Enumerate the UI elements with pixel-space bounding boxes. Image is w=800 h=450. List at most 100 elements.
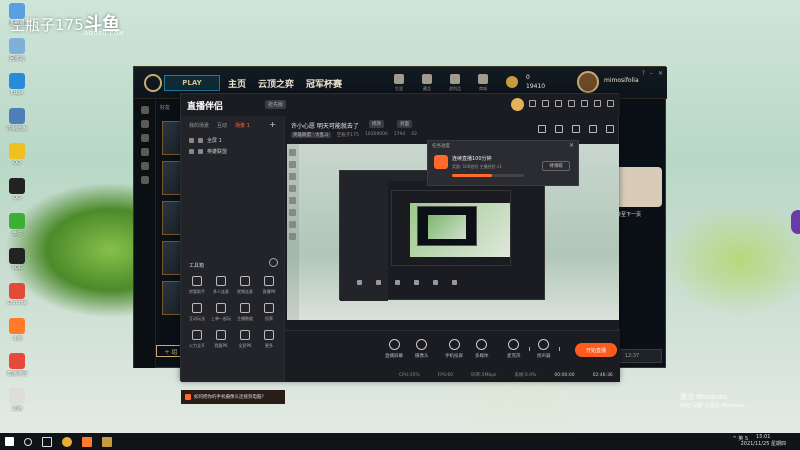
rail-emote-icon[interactable] — [141, 162, 149, 170]
toolbox-settings-icon[interactable] — [269, 258, 278, 267]
desktop-icon[interactable]: Edge — [2, 70, 32, 104]
phone-cast-button[interactable]: 手机投屏 — [445, 339, 463, 359]
desktop-icon[interactable]: 控制面板 — [2, 105, 32, 139]
desktop-icons: 此电脑 回收站 Edge 控制面板 QQ QQ 微信 LOL Chrome 斗鱼 直播伴侣 文档 — [2, 0, 32, 420]
rail-icon-icon[interactable] — [141, 176, 149, 184]
scene-item[interactable]: 全屏 1 — [181, 135, 284, 146]
popup-close-icon[interactable]: ✕ — [569, 142, 574, 149]
microphone-icon — [508, 339, 520, 350]
go-live-button[interactable]: 开始直播 — [575, 343, 617, 357]
claim-button[interactable]: 待领取 — [542, 161, 570, 171]
tab-scene-1[interactable]: 场景 1 — [235, 122, 250, 129]
menu-icon[interactable] — [568, 100, 575, 107]
lol-minimize-icon[interactable]: – — [650, 70, 653, 77]
camera-button[interactable]: 摄像头 — [415, 339, 429, 359]
search-icon[interactable] — [24, 437, 32, 446]
tool-vote-button[interactable]: 投票 — [257, 303, 281, 322]
tool-fire-button[interactable]: 火力全开 — [185, 330, 209, 349]
streamer-avatar[interactable] — [511, 98, 524, 111]
tool-effect-button[interactable]: 视频连麦 — [233, 276, 257, 295]
nav-cup[interactable]: 冠军杯赛 — [306, 77, 342, 90]
phone-camera-tip[interactable]: 如何把你的手机摄像头连接到电脑? — [181, 390, 285, 404]
store-button[interactable]: 商城 — [473, 71, 493, 95]
desktop-icon[interactable]: 直播伴侣 — [2, 350, 32, 384]
clock[interactable]: 15:01 2021/11/25 星期四 — [741, 434, 786, 448]
rail-champ-icon[interactable] — [141, 120, 149, 128]
scene-item[interactable]: 英雄联盟 — [181, 146, 284, 157]
collection-button[interactable]: 藏品 — [417, 71, 437, 95]
mini-icon — [376, 279, 381, 285]
screen-share-button[interactable]: 直播屏幕 — [385, 339, 403, 359]
desktop-icon[interactable]: QQ — [2, 140, 32, 174]
screenshot-icon[interactable] — [572, 125, 580, 133]
record-timer[interactable]: 00:00:00 — [554, 373, 574, 378]
media-button[interactable]: 多媒体 — [475, 339, 489, 359]
nav-home[interactable]: 主页 — [228, 77, 246, 90]
category-badge[interactable]: 英雄联盟 · 大乱斗 — [291, 132, 331, 138]
lol-icon[interactable] — [102, 436, 112, 447]
cover-button[interactable]: 封面 — [397, 120, 412, 128]
profile-button[interactable]: 生涯 — [389, 71, 409, 95]
summoner-avatar[interactable] — [577, 71, 599, 93]
minimize-icon[interactable] — [581, 100, 588, 107]
desktop-icon[interactable]: 此电脑 — [2, 0, 32, 34]
gift-icon[interactable] — [542, 100, 549, 107]
lol-next-page-text[interactable]: 转至下一页 — [616, 211, 641, 218]
desktop-icon[interactable]: 回收站 — [2, 35, 32, 69]
tool-all-button[interactable]: 全民PK — [233, 330, 257, 349]
lol-preview-card[interactable] — [612, 167, 662, 207]
maximize-icon[interactable] — [594, 100, 601, 107]
speaker-button[interactable]: 扬声器 — [537, 339, 551, 359]
desktop-icon[interactable]: 斗鱼 — [2, 315, 32, 349]
rail-ward-icon[interactable] — [141, 148, 149, 156]
tool-interact-button[interactable]: 互动玩法 — [185, 303, 209, 322]
tool-pk-button[interactable]: 直播PK — [257, 276, 281, 295]
nav-tft[interactable]: 云顶之弈 — [258, 77, 294, 90]
eye-icon[interactable] — [189, 138, 194, 143]
message-icon[interactable] — [529, 100, 536, 107]
tool-label: 我要PK — [214, 343, 228, 348]
douyu-icon[interactable] — [82, 436, 92, 447]
desktop-icon[interactable]: Chrome — [2, 280, 32, 314]
lock-icon[interactable] — [198, 138, 203, 143]
mini-icon — [414, 279, 419, 285]
speaker-volume-icon[interactable] — [559, 347, 563, 351]
close-icon[interactable] — [607, 100, 614, 107]
tool-data-button[interactable]: 主播数据 — [233, 303, 257, 322]
bell-icon[interactable] — [589, 125, 597, 133]
rail-skin-icon[interactable] — [141, 134, 149, 142]
tool-vote-icon — [264, 303, 274, 313]
tab-my-scenes[interactable]: 我的场景 — [189, 122, 209, 129]
edit-title-button[interactable]: 修改 — [369, 120, 384, 128]
lol-logo-icon[interactable] — [144, 74, 162, 92]
chrome-icon[interactable] — [62, 436, 72, 447]
microphone-button[interactable]: 麦克风 — [507, 339, 521, 359]
share-icon[interactable] — [606, 125, 614, 133]
tool-more-button[interactable]: 更多 — [257, 330, 281, 349]
play-button[interactable]: PLAY — [164, 75, 220, 91]
heart-icon[interactable] — [555, 100, 562, 107]
eye-icon[interactable] — [189, 149, 194, 154]
tool-one-button[interactable]: 上单一起玩 — [209, 303, 233, 322]
desktop-icon[interactable]: 文档 — [2, 385, 32, 419]
rail-grid-icon[interactable] — [141, 106, 149, 114]
loot-button[interactable]: 战利品 — [445, 71, 465, 95]
lol-close-icon[interactable]: ✕ — [658, 70, 663, 77]
lock-icon[interactable] — [198, 149, 203, 154]
lock-icon[interactable] — [555, 125, 563, 133]
mic-volume-icon[interactable] — [529, 347, 533, 351]
desktop-icon[interactable]: QQ — [2, 175, 32, 209]
desktop-icon[interactable]: 微信 — [2, 210, 32, 244]
task-view-icon[interactable] — [42, 436, 52, 447]
tool-team-button[interactable]: 我要PK — [209, 330, 233, 349]
desktop-icon[interactable]: LOL — [2, 245, 32, 279]
tab-interact[interactable]: 互动 — [217, 122, 227, 129]
gift-box-icon[interactable] — [538, 125, 546, 133]
side-floating-button[interactable] — [791, 210, 800, 234]
add-scene-icon[interactable]: + — [269, 121, 276, 129]
stream-title: 许小心愿 明天可能就去了 — [291, 123, 359, 130]
lol-help-icon[interactable]: ? — [642, 70, 645, 77]
start-icon[interactable] — [5, 437, 14, 446]
tool-multi-button[interactable]: 多人连麦 — [209, 276, 233, 295]
tool-assistant-button[interactable]: 房管助手 — [185, 276, 209, 295]
